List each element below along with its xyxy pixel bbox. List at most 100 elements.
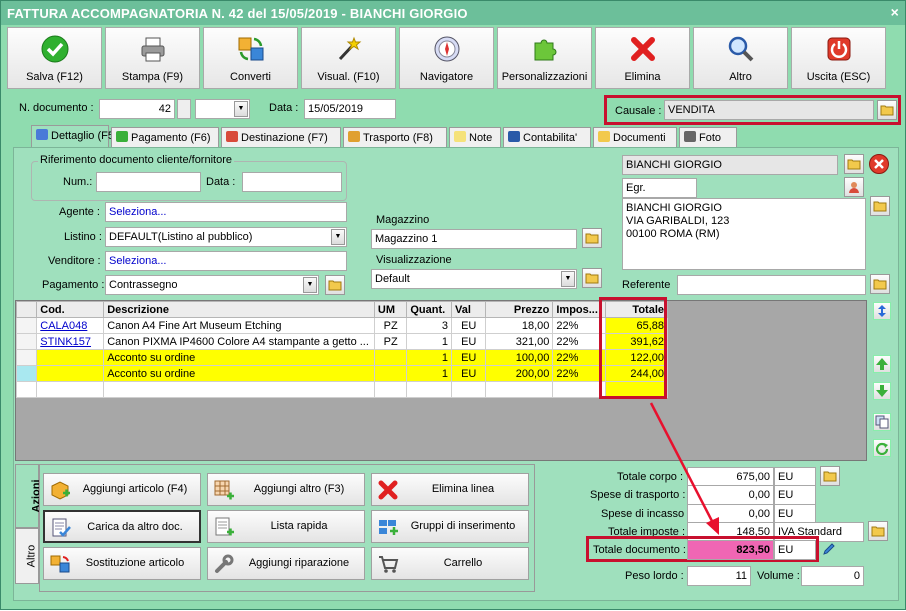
add-other-button[interactable]: Aggiungi altro (F3) bbox=[207, 473, 365, 506]
customer-title-field[interactable]: Egr. bbox=[622, 178, 697, 198]
empty-cell[interactable] bbox=[552, 381, 607, 398]
edit-total-button[interactable] bbox=[820, 540, 840, 560]
cell-quant[interactable]: 1 bbox=[406, 365, 452, 382]
referente-folder-button[interactable] bbox=[870, 274, 890, 294]
empty-cell[interactable] bbox=[450, 381, 487, 398]
add-article-button[interactable]: Aggiungi articolo (F4) bbox=[43, 473, 201, 506]
table-row[interactable]: STINK157 Canon PIXMA IP4600 Colore A4 sta… bbox=[15, 333, 668, 350]
col-quant[interactable]: Quant. bbox=[406, 301, 452, 318]
cart-button[interactable]: Carrello bbox=[371, 547, 529, 580]
save-button[interactable]: Salva (F12) bbox=[7, 27, 102, 89]
convert-button[interactable]: Converti bbox=[203, 27, 298, 89]
cell-descrizione[interactable]: Acconto su ordine bbox=[103, 349, 375, 366]
row-selector[interactable] bbox=[15, 317, 38, 334]
article-code-link[interactable]: CALA048 bbox=[40, 320, 87, 332]
move-up-button[interactable] bbox=[873, 355, 891, 373]
print-button[interactable]: Stampa (F9) bbox=[105, 27, 200, 89]
copy-line-button[interactable] bbox=[873, 413, 891, 431]
cell-imposta[interactable]: 22% bbox=[552, 317, 607, 334]
cell-prezzo[interactable]: 321,00 bbox=[485, 333, 554, 350]
visualizzazione-select[interactable]: Default ▼ bbox=[371, 269, 577, 289]
cell-descrizione[interactable]: Acconto su ordine bbox=[103, 365, 375, 382]
num-input[interactable] bbox=[96, 172, 201, 192]
lines-grid[interactable]: Cod. Descrizione UM Quant. Val Prezzo Im… bbox=[15, 300, 867, 461]
cell-prezzo[interactable]: 18,00 bbox=[485, 317, 554, 334]
load-from-doc-button[interactable]: Carica da altro doc. bbox=[43, 510, 201, 543]
customer-address-box[interactable]: BIANCHI GIORGIO VIA GARIBALDI, 123 00100… bbox=[622, 198, 866, 270]
tab-trasporto[interactable]: Trasporto (F8) bbox=[343, 127, 447, 148]
empty-cell[interactable] bbox=[485, 381, 554, 398]
cell-imposta[interactable]: 22% bbox=[552, 349, 607, 366]
row-selector[interactable] bbox=[15, 365, 38, 382]
causale-input[interactable]: VENDITA bbox=[664, 100, 874, 120]
cell-prezzo[interactable]: 200,00 bbox=[485, 365, 554, 382]
referente-input[interactable] bbox=[677, 275, 866, 295]
tab-foto[interactable]: Foto bbox=[679, 127, 737, 148]
replace-article-button[interactable]: Sostituzione articolo bbox=[43, 547, 201, 580]
vat-folder-button[interactable] bbox=[868, 521, 888, 541]
chevron-down-icon[interactable]: ▼ bbox=[303, 277, 317, 293]
table-row[interactable]: Acconto su ordine 1 EU 100,00 22% 122,00 bbox=[15, 349, 668, 366]
tab-contabilita[interactable]: Contabilita' bbox=[503, 127, 591, 148]
close-icon[interactable]: × bbox=[891, 4, 899, 20]
visual-button[interactable]: Visual. (F10) bbox=[301, 27, 396, 89]
cell-descrizione[interactable]: Canon A4 Fine Art Museum Etching bbox=[103, 317, 375, 334]
navigator-button[interactable]: Navigatore bbox=[399, 27, 494, 89]
customer-remove-button[interactable] bbox=[869, 154, 889, 174]
customer-name-field[interactable]: BIANCHI GIORGIO bbox=[622, 155, 838, 175]
chevron-down-icon[interactable]: ▼ bbox=[234, 101, 248, 117]
tab-note[interactable]: Note bbox=[449, 127, 501, 148]
refresh-button[interactable] bbox=[873, 439, 891, 457]
cell-imposta[interactable]: 22% bbox=[552, 333, 607, 350]
magazzino-input[interactable]: Magazzino 1 bbox=[371, 229, 577, 249]
row-selector[interactable] bbox=[15, 381, 38, 398]
tab-dettaglio[interactable]: Dettaglio (F5) bbox=[31, 125, 118, 148]
chevron-down-icon[interactable]: ▼ bbox=[561, 271, 575, 287]
address-folder-button[interactable] bbox=[870, 196, 890, 216]
magazzino-folder-button[interactable] bbox=[582, 228, 602, 248]
col-um[interactable]: UM bbox=[373, 301, 408, 318]
ndoc-spin[interactable] bbox=[177, 99, 191, 119]
cell-um[interactable] bbox=[373, 349, 408, 366]
other-button[interactable]: Altro bbox=[693, 27, 788, 89]
exit-button[interactable]: Uscita (ESC) bbox=[791, 27, 886, 89]
pagamento-folder-button[interactable] bbox=[325, 275, 345, 295]
cell-val[interactable]: EU bbox=[450, 317, 487, 334]
customizations-button[interactable]: Personalizzazioni bbox=[497, 27, 592, 89]
empty-cell[interactable] bbox=[373, 381, 408, 398]
row-selector[interactable] bbox=[15, 349, 38, 366]
ndoc-input[interactable]: 42 bbox=[99, 99, 175, 119]
cell-um[interactable]: PZ bbox=[373, 333, 408, 350]
add-repair-button[interactable]: Aggiungi riparazione bbox=[207, 547, 365, 580]
spese-trasporto-value[interactable]: 0,00 bbox=[687, 485, 774, 505]
col-cod[interactable]: Cod. bbox=[36, 301, 105, 318]
date-input[interactable]: 15/05/2019 bbox=[304, 99, 396, 119]
cell-quant[interactable]: 1 bbox=[406, 333, 452, 350]
pagamento-select[interactable]: Contrassegno ▼ bbox=[105, 275, 319, 295]
totals-folder-button[interactable] bbox=[820, 466, 840, 486]
customer-card-button[interactable] bbox=[844, 177, 864, 197]
cell-val[interactable]: EU bbox=[450, 365, 487, 382]
spese-incasso-value[interactable]: 0,00 bbox=[687, 504, 774, 524]
cell-cod[interactable]: STINK157 bbox=[36, 333, 105, 350]
tab-pagamento[interactable]: Pagamento (F6) bbox=[111, 127, 219, 148]
cell-cod[interactable] bbox=[36, 349, 105, 366]
cell-imposta[interactable]: 22% bbox=[552, 365, 607, 382]
listino-select[interactable]: DEFAULT(Listino al pubblico) ▼ bbox=[105, 227, 347, 247]
article-code-link[interactable]: STINK157 bbox=[40, 336, 91, 348]
tab-azioni[interactable]: Azioni bbox=[15, 464, 43, 528]
insert-groups-button[interactable]: Gruppi di inserimento bbox=[371, 510, 529, 543]
cell-quant[interactable]: 1 bbox=[406, 349, 452, 366]
cell-prezzo[interactable]: 100,00 bbox=[485, 349, 554, 366]
cell-cod[interactable]: CALA048 bbox=[36, 317, 105, 334]
col-val[interactable]: Val bbox=[450, 301, 487, 318]
col-prezzo[interactable]: Prezzo bbox=[485, 301, 554, 318]
cell-val[interactable]: EU bbox=[450, 349, 487, 366]
tab-altro[interactable]: Altro bbox=[15, 528, 39, 584]
table-row[interactable]: CALA048 Canon A4 Fine Art Museum Etching P… bbox=[15, 317, 668, 334]
rif-date-input[interactable] bbox=[242, 172, 342, 192]
table-row[interactable]: Acconto su ordine 1 EU 200,00 22% 244,00 bbox=[15, 365, 668, 382]
col-imposta[interactable]: Impos... bbox=[552, 301, 607, 318]
cell-val[interactable]: EU bbox=[450, 333, 487, 350]
causale-folder-button[interactable] bbox=[877, 100, 897, 120]
